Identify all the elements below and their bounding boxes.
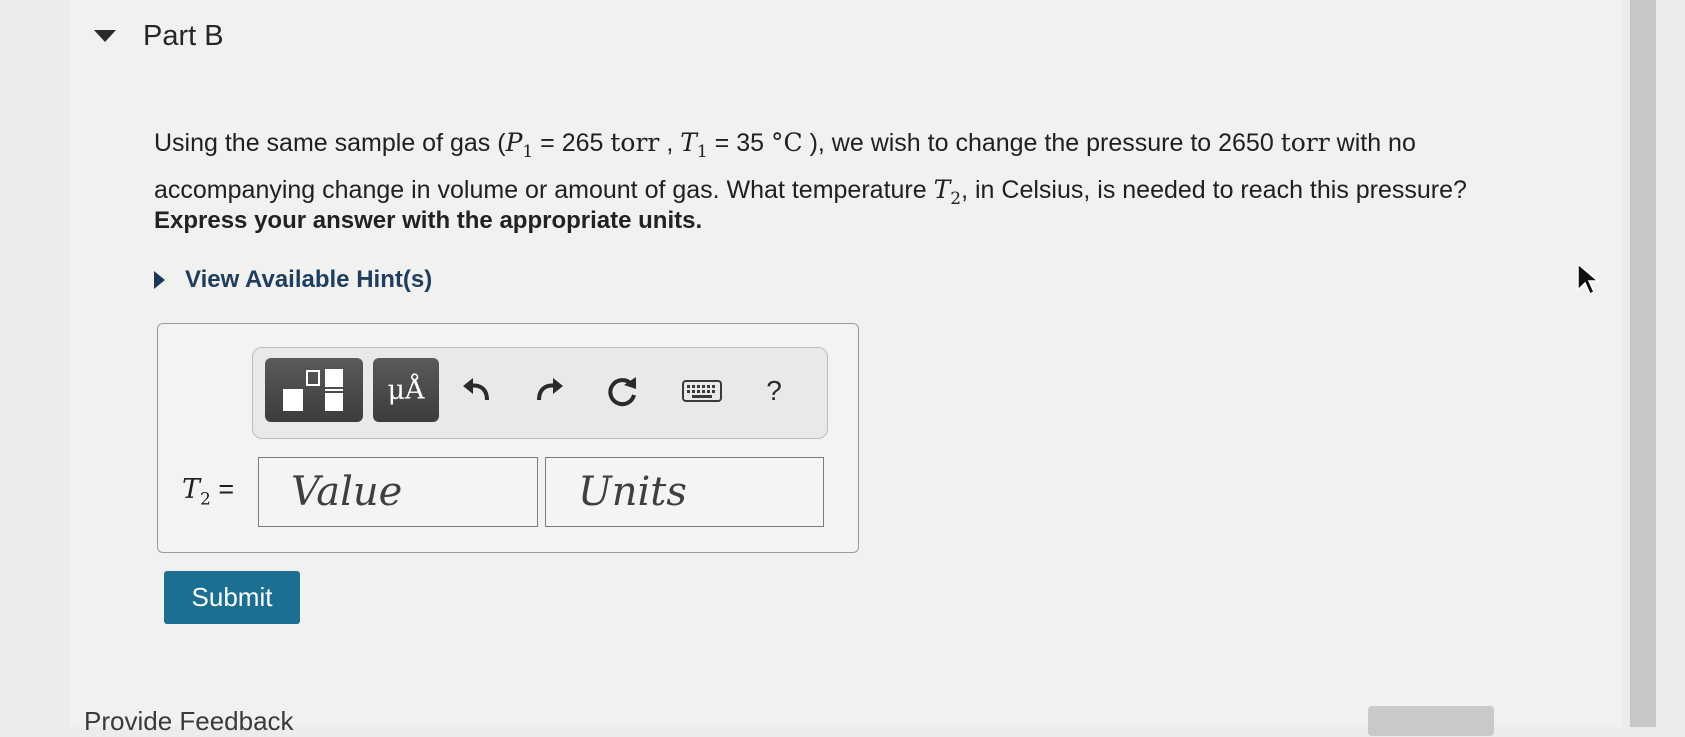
submit-button[interactable]: Submit: [164, 571, 300, 624]
keyboard-icon[interactable]: [671, 362, 733, 420]
undo-icon[interactable]: [453, 362, 503, 420]
redo-icon[interactable]: [523, 362, 573, 420]
part-header[interactable]: Part B: [94, 16, 224, 56]
next-button[interactable]: [1368, 706, 1494, 736]
reset-icon[interactable]: [597, 362, 647, 420]
templates-button[interactable]: [265, 358, 363, 422]
provide-feedback-link[interactable]: Provide Feedback: [84, 706, 294, 737]
math-toolbar: μÅ ?: [252, 347, 828, 439]
view-hints-toggle[interactable]: View Available Hint(s): [154, 266, 432, 294]
view-hints-label[interactable]: View Available Hint(s): [185, 266, 432, 294]
help-button[interactable]: ?: [749, 362, 799, 420]
answer-variable-label: T2 =: [182, 474, 235, 510]
question-text: Using the same sample of gas (P1 = 265 t…: [154, 128, 1467, 209]
value-input[interactable]: Value: [258, 457, 538, 527]
mouse-cursor-icon: [1577, 262, 1601, 296]
scrollbar[interactable]: [1630, 0, 1656, 727]
units-input[interactable]: Units: [545, 457, 824, 527]
units-button[interactable]: μÅ: [373, 358, 439, 422]
caret-down-icon[interactable]: [94, 30, 116, 42]
templates-icon: [283, 369, 343, 411]
answer-instruction: Express your answer with the appropriate…: [154, 207, 703, 234]
part-title: Part B: [143, 19, 224, 52]
caret-right-icon: [154, 271, 165, 289]
